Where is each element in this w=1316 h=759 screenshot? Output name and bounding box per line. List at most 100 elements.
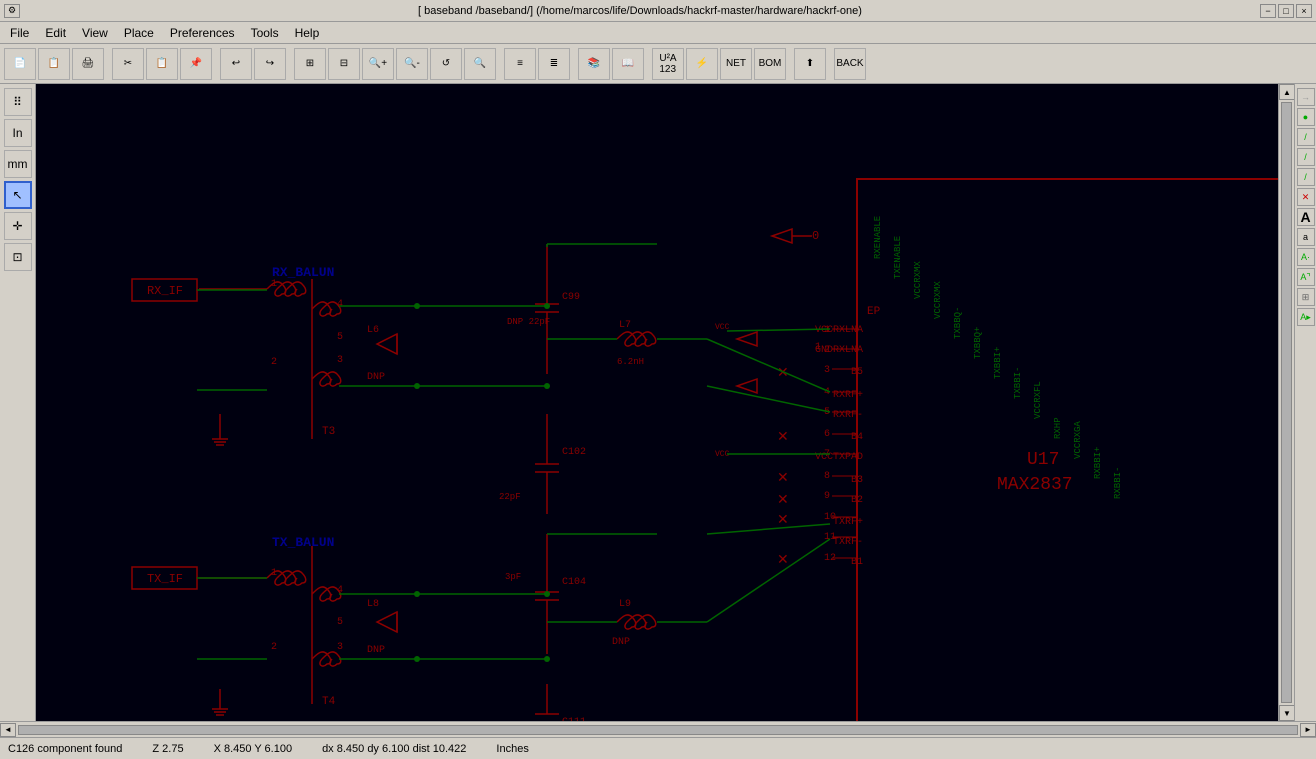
- toolbar-btn-new[interactable]: 📄: [4, 48, 36, 80]
- toolbar-btn-annotate[interactable]: U²A 123: [652, 48, 684, 80]
- svg-text:L8: L8: [367, 599, 379, 610]
- toolbar-separator-30: [828, 48, 832, 80]
- scroll-thumb-horizontal[interactable]: [18, 725, 1298, 735]
- menu-item-help[interactable]: Help: [287, 24, 328, 42]
- rt-a-small[interactable]: a: [1297, 228, 1315, 246]
- rt-x[interactable]: ✕: [1297, 188, 1315, 206]
- toolbar-btn-erc[interactable]: ⚡: [686, 48, 718, 80]
- toolbar-btn-copy[interactable]: 📋: [146, 48, 178, 80]
- toolbar-btn-zoom-out[interactable]: 🔍-: [396, 48, 428, 80]
- toolbar-btn-bom[interactable]: BOM: [754, 48, 786, 80]
- toolbar-btn-lib1[interactable]: 📚: [578, 48, 610, 80]
- rt-line2[interactable]: /: [1297, 148, 1315, 166]
- title-bar: ⚙ [ baseband /baseband/] (/home/marcos/l…: [0, 0, 1316, 22]
- svg-text:3pF: 3pF: [505, 572, 521, 582]
- menu-item-place[interactable]: Place: [116, 24, 162, 42]
- svg-text:TX_IF: TX_IF: [147, 572, 183, 586]
- menu-item-file[interactable]: File: [2, 24, 37, 42]
- svg-text:1: 1: [271, 279, 277, 290]
- rt-line1[interactable]: /: [1297, 128, 1315, 146]
- toolbar-separator-17: [498, 48, 502, 80]
- toolbar-btn-open-schematic[interactable]: 📋: [38, 48, 70, 80]
- toolbar-btn-lib2[interactable]: 📖: [612, 48, 644, 80]
- toolbar-btn-netlist2[interactable]: ≣: [538, 48, 570, 80]
- toolbar-btn-zoom-fit[interactable]: ⊞: [294, 48, 326, 80]
- zoom-tool[interactable]: ⊡: [4, 243, 32, 271]
- rt-green-dot[interactable]: ●: [1297, 108, 1315, 126]
- toolbar-separator-28: [788, 48, 792, 80]
- toolbar-btn-export[interactable]: ⬆: [794, 48, 826, 80]
- right-toolbar: → ● / / / ✕ Aa A· A⌝ ⊞ A▸: [1294, 84, 1316, 721]
- toolbar-separator-10: [288, 48, 292, 80]
- rt-adot1[interactable]: A·: [1297, 248, 1315, 266]
- svg-text:VCCRXMX: VCCRXMX: [913, 261, 923, 299]
- toolbar-btn-netlist3[interactable]: NET: [720, 48, 752, 80]
- rt-adot3[interactable]: A▸: [1297, 308, 1315, 326]
- svg-text:RXBBI-: RXBBI-: [1113, 467, 1123, 499]
- window-controls: − □ ×: [1260, 4, 1312, 18]
- rt-img[interactable]: ⊞: [1297, 288, 1315, 306]
- svg-text:3: 3: [337, 355, 343, 366]
- left-toolbar: ⠿ In mm ↖ ✛ ⊡: [0, 84, 36, 721]
- svg-text:C104: C104: [562, 577, 586, 588]
- svg-text:DNP 22pF: DNP 22pF: [507, 317, 550, 327]
- rt-arrow[interactable]: →: [1297, 88, 1315, 106]
- toolbar-btn-redo[interactable]: ↪: [254, 48, 286, 80]
- svg-text:1: 1: [815, 342, 821, 353]
- toolbar-btn-zoom-refresh[interactable]: ↺: [430, 48, 462, 80]
- menu-item-edit[interactable]: Edit: [37, 24, 74, 42]
- svg-text:✕: ✕: [777, 493, 789, 509]
- minimize-button[interactable]: −: [1260, 4, 1276, 18]
- scroll-right-button[interactable]: ►: [1300, 723, 1316, 737]
- vertical-scrollbar[interactable]: ▲ ▼: [1278, 84, 1294, 721]
- toolbar-separator-3: [106, 48, 110, 80]
- unit-in[interactable]: In: [4, 119, 32, 147]
- toolbar-separator-23: [646, 48, 650, 80]
- scroll-up-button[interactable]: ▲: [1279, 84, 1295, 100]
- svg-text:5: 5: [337, 617, 343, 628]
- rt-line3[interactable]: /: [1297, 168, 1315, 186]
- svg-text:1: 1: [271, 568, 277, 579]
- scroll-down-button[interactable]: ▼: [1279, 705, 1295, 721]
- horizontal-scrollbar[interactable]: ◄ ►: [0, 721, 1316, 737]
- schematic-canvas[interactable]: RX_IF RX_BALUN T3: [36, 84, 1278, 721]
- toolbar-btn-netlist1[interactable]: ≡: [504, 48, 536, 80]
- svg-text:C111: C111: [562, 717, 586, 721]
- svg-text:0: 0: [812, 229, 819, 243]
- toolbar-btn-print[interactable]: 🖨: [72, 48, 104, 80]
- rt-adot2[interactable]: A⌝: [1297, 268, 1315, 286]
- toolbar-btn-back[interactable]: BACK: [834, 48, 866, 80]
- maximize-button[interactable]: □: [1278, 4, 1294, 18]
- delta-info: dx 8.450 dy 6.100 dist 10.422: [322, 743, 466, 755]
- svg-text:VCCRXFL: VCCRXFL: [1033, 381, 1043, 419]
- toolbar: 📄📋🖨✂📋📌↩↪⊞⊟🔍+🔍-↺🔍≡≣📚📖U²A 123⚡NETBOM⬆BACK: [0, 44, 1316, 84]
- svg-text:DNP: DNP: [367, 645, 385, 656]
- close-button[interactable]: ×: [1296, 4, 1312, 18]
- cursor-tool[interactable]: ↖: [4, 181, 32, 209]
- toolbar-btn-cut[interactable]: ✂: [112, 48, 144, 80]
- svg-text:RXENABLE: RXENABLE: [873, 216, 883, 259]
- title-icon[interactable]: ⚙: [4, 4, 20, 18]
- svg-text:VCCRXGA: VCCRXGA: [1073, 421, 1083, 459]
- toolbar-btn-paste[interactable]: 📌: [180, 48, 212, 80]
- menu-item-preferences[interactable]: Preferences: [162, 24, 243, 42]
- menu-item-view[interactable]: View: [74, 24, 116, 42]
- rt-a-large[interactable]: A: [1297, 208, 1315, 226]
- toolbar-btn-search[interactable]: 🔍: [464, 48, 496, 80]
- menu-item-tools[interactable]: Tools: [243, 24, 287, 42]
- toolbar-btn-zoom-area[interactable]: ⊟: [328, 48, 360, 80]
- status-bar: C126 component found Z 2.75 X 8.450 Y 6.…: [0, 737, 1316, 759]
- move-tool[interactable]: ✛: [4, 212, 32, 240]
- grip-icon[interactable]: ⠿: [4, 88, 32, 116]
- schematic-svg: RX_IF RX_BALUN T3: [36, 84, 1278, 721]
- scroll-thumb-vertical[interactable]: [1281, 102, 1292, 703]
- svg-text:EP: EP: [867, 306, 881, 318]
- svg-text:TXBBQ-: TXBBQ-: [953, 307, 963, 339]
- toolbar-btn-zoom-in[interactable]: 🔍+: [362, 48, 394, 80]
- toolbar-btn-undo[interactable]: ↩: [220, 48, 252, 80]
- unit-mm[interactable]: mm: [4, 150, 32, 178]
- coordinates: X 8.450 Y 6.100: [214, 743, 293, 755]
- svg-text:T4: T4: [322, 696, 336, 708]
- scroll-left-button[interactable]: ◄: [0, 723, 16, 737]
- svg-text:RXHP: RXHP: [1053, 417, 1063, 439]
